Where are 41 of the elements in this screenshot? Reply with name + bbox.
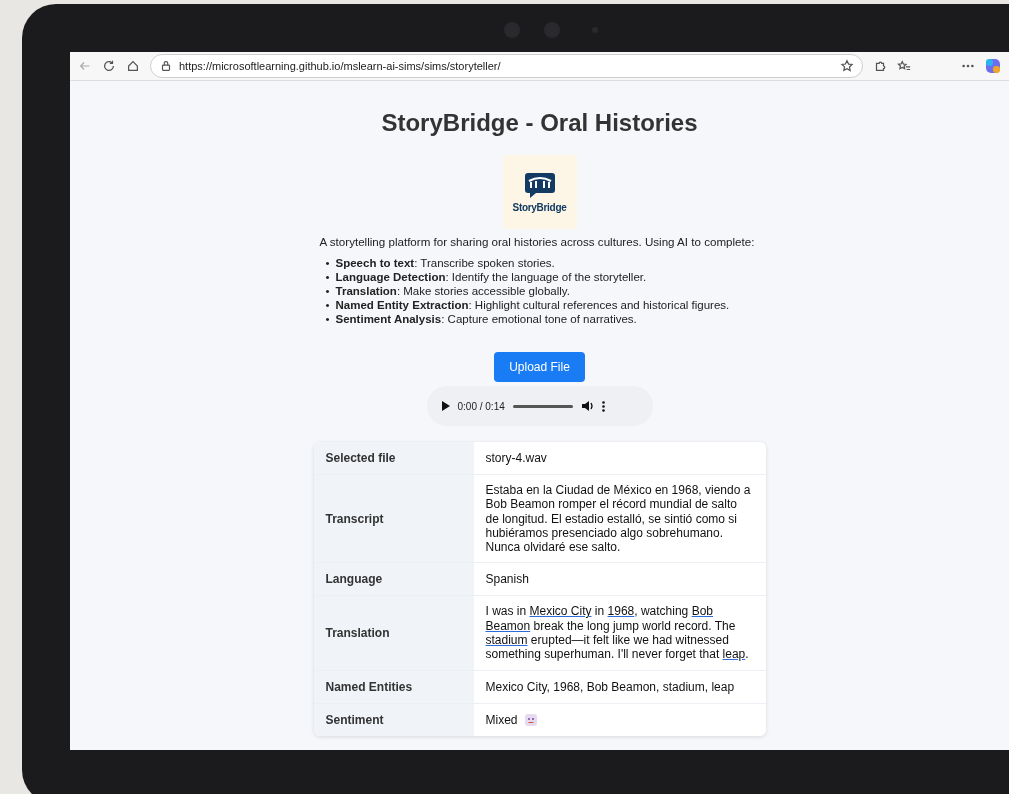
intro-text: A storytelling platform for sharing oral histories across cultures. Using AI to complete: xyxy=(319,235,755,248)
more-icon[interactable] xyxy=(601,400,605,412)
bridge-bubble-icon xyxy=(523,171,556,199)
feature-item: Language Detection: Identify the language of the storyteller. xyxy=(335,270,647,284)
play-icon[interactable] xyxy=(440,401,450,411)
page-title: StoryBridge - Oral Histories xyxy=(381,109,698,137)
row-header: Translation xyxy=(313,596,474,670)
table-cell-text: Spanish xyxy=(484,571,530,589)
row-header: Named Entities xyxy=(313,670,474,703)
row-header: Transcript xyxy=(313,475,474,563)
refresh-icon[interactable] xyxy=(102,59,116,73)
bullet: • xyxy=(325,284,330,298)
feature-item: Speech to text: Transcribe spoken stories. xyxy=(335,256,555,270)
puzzle-icon[interactable] xyxy=(873,59,887,73)
favorites-icon[interactable] xyxy=(897,59,911,73)
feature-item: Named Entity Extraction: Highlight cultural references and historical figures. xyxy=(335,298,730,312)
translation-text: I was in Mexico City in 1968, watching Bob Beamon break the long jump world record. The stadium erupted—it felt like we had witnessed something superhuman. I'll never forget that leap. xyxy=(485,604,750,662)
audio-time: 0:00 / 0:14 xyxy=(457,400,505,412)
row-header: Sentiment xyxy=(313,703,474,736)
upload-file-button[interactable]: Upload File xyxy=(494,352,585,382)
lock-icon xyxy=(159,59,173,73)
bullet: • xyxy=(325,298,330,312)
bullet: • xyxy=(325,270,330,284)
audio-progress-track[interactable] xyxy=(512,404,573,408)
table-cell-text: Estaba en la Ciudad de México en 1968, viendo a Bob Beamon romper el récord mundial de salto de longitud. El estadio estalló, se sintió como si hubiéramos presenciado algo sobrehumano. Nunca olvidaré ese salto. xyxy=(484,482,752,557)
face-icon xyxy=(523,712,538,727)
address-bar[interactable]: https://microsoftlearning.github.io/mslearn-ai-sims/sims/storyteller/ xyxy=(150,54,863,78)
bullet: • xyxy=(325,256,330,270)
copilot-icon[interactable] xyxy=(985,58,1001,74)
feature-item: Translation: Make stories accessible globally. xyxy=(335,284,570,298)
volume-icon[interactable] xyxy=(580,400,594,412)
star-icon[interactable] xyxy=(840,59,854,73)
row-header: Selected file xyxy=(313,442,474,474)
table-cell-text: story-4.wav xyxy=(484,449,548,467)
table-cell-text: Mexico City, 1968, Bob Beamon, stadium, leap xyxy=(484,678,736,696)
sentiment-value: Mixed xyxy=(485,712,518,727)
storybridge-logo: StoryBridge xyxy=(502,155,577,229)
row-header: Language xyxy=(313,563,474,596)
feature-item: Sentiment Analysis: Capture emotional tone of narratives. xyxy=(335,312,637,326)
home-icon[interactable] xyxy=(126,59,140,73)
bullet: • xyxy=(325,312,330,326)
